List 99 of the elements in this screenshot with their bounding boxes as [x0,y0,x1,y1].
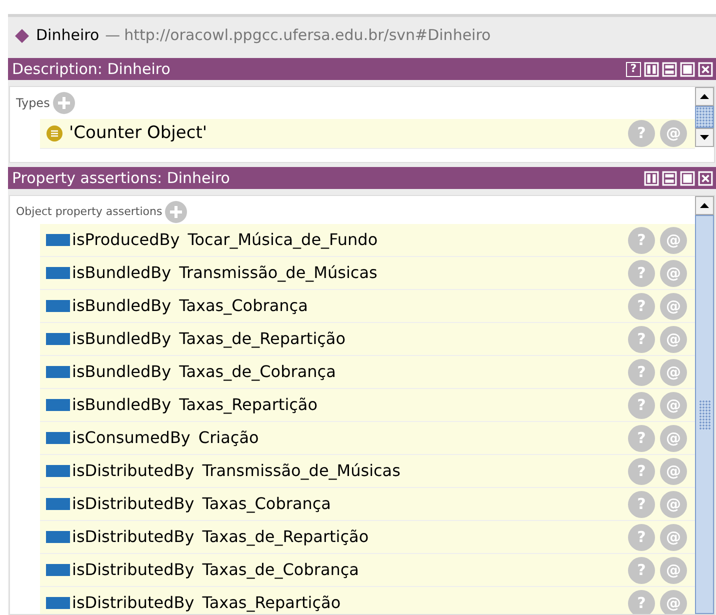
property-name: isDistributedBy [72,526,194,548]
annotate-button[interactable]: @ [660,292,687,320]
property-name: isBundledBy [72,328,172,350]
annotate-button[interactable]: @ [660,556,687,584]
annotate-button[interactable]: @ [660,490,687,518]
help-button[interactable]: ? [628,524,655,550]
help-button[interactable]: ? [628,590,655,614]
panel-title: Description: Dinheiro [12,58,172,80]
scroll-up-icon[interactable] [695,87,714,106]
object-property-icon [46,564,70,576]
object-property-icon [46,333,70,345]
property-name: isBundledBy [72,262,172,284]
assertion-row[interactable]: isBundledBy Taxas_de_Cobrança ? @ [40,356,695,389]
annotate-button[interactable]: @ [660,226,687,254]
scroll-thumb[interactable] [695,106,714,128]
object-property-icon [46,234,70,246]
property-value: Taxas_Repartição [202,592,342,614]
property-name: isBundledBy [72,361,172,383]
assertion-row[interactable]: isBundledBy Transmissão_de_Músicas ? @ [40,257,695,290]
property-name: isDistributedBy [72,460,194,482]
help-button[interactable]: ? [628,556,655,584]
close-icon[interactable] [698,170,713,186]
object-property-icon [46,432,70,444]
class-icon [46,125,63,142]
help-button[interactable]: ? [628,292,655,320]
split-rows-icon[interactable] [662,170,677,186]
property-value: Transmissão_de_Músicas [202,460,402,482]
help-button[interactable]: ? [628,458,655,484]
annotate-button[interactable]: @ [660,524,687,550]
annotate-button[interactable]: @ [660,392,687,418]
property-value: Criação [198,427,260,449]
help-button[interactable]: ? [628,260,655,286]
scroll-up-icon[interactable] [695,196,714,215]
section-label: Types [16,95,50,112]
property-value: Taxas_Repartição [179,394,319,416]
property-name: isProducedBy [72,229,180,251]
object-property-icon [46,366,70,378]
object-property-icon [46,498,70,510]
property-name: isDistributedBy [72,559,194,581]
property-name: isDistributedBy [72,493,194,515]
annotate-button[interactable]: @ [660,358,687,386]
separator: — [105,25,120,46]
split-columns-icon[interactable] [644,170,659,186]
help-button[interactable]: ? [628,490,655,518]
property-name: isBundledBy [72,295,172,317]
assertion-row[interactable]: isDistributedBy Taxas_de_Repartição ? @ [40,521,695,554]
individual-icon [14,28,30,44]
assertion-row[interactable]: isDistributedBy Taxas_Repartição ? @ [40,587,695,614]
help-button[interactable]: ? [628,120,655,147]
property-value: Taxas_Cobrança [202,493,332,515]
help-button[interactable]: ? [628,326,655,352]
annotate-button[interactable]: @ [660,260,687,286]
maximize-icon[interactable] [680,62,695,76]
assertion-row[interactable]: isBundledBy Taxas_Cobrança ? @ [40,290,695,323]
help-button[interactable]: ? [628,424,655,452]
entity-name: Dinheiro [36,25,100,46]
scroll-down-icon[interactable] [695,128,714,147]
property-value: Taxas_Cobrança [179,295,309,317]
property-value: Taxas_de_Repartição [202,526,370,548]
object-property-icon [46,465,70,477]
annotate-button[interactable]: @ [660,458,687,484]
close-icon[interactable] [698,62,713,76]
object-property-icon [46,300,70,312]
assertion-row[interactable]: isConsumedBy Criação ? @ [40,422,695,455]
assertion-row[interactable]: isDistributedBy Taxas_Cobrança ? @ [40,488,695,521]
property-value: Transmissão_de_Músicas [179,262,378,284]
property-value: Taxas_de_Cobrança [179,361,337,383]
property-value: Taxas_de_Cobrança [202,559,360,581]
assertion-row[interactable]: isDistributedBy Taxas_de_Cobrança ? @ [40,554,695,587]
assertion-row[interactable]: isProducedBy Tocar_Música_de_Fundo ? @ [40,224,695,257]
object-property-icon [46,267,70,279]
split-columns-icon[interactable] [644,62,659,76]
property-value: Tocar_Música_de_Fundo [188,229,379,251]
property-name: isBundledBy [72,394,172,416]
annotate-button[interactable]: @ [660,326,687,352]
property-name: isConsumedBy [72,427,190,449]
split-rows-icon[interactable] [662,62,677,76]
panel-title: Property assertions: Dinheiro [12,168,231,189]
help-button[interactable]: ? [626,62,641,76]
assertion-row[interactable]: isBundledBy Taxas_Repartição ? @ [40,389,695,422]
property-value: Taxas_de_Repartição [179,328,347,350]
assertion-row[interactable]: 'Counter Object' ? @ [40,119,695,149]
assertion-row[interactable]: isBundledBy Taxas_de_Repartição ? @ [40,323,695,356]
annotate-button[interactable]: @ [660,590,687,614]
property-name: isDistributedBy [72,592,194,614]
class-name: 'Counter Object' [69,122,208,145]
help-button[interactable]: ? [628,392,655,418]
annotate-button[interactable]: @ [660,424,687,452]
help-button[interactable]: ? [628,358,655,386]
entity-iri: http://oracowl.ppgcc.ufersa.edu.br/svn#Dinheiro [124,25,491,46]
object-property-icon [46,597,70,609]
maximize-icon[interactable] [680,170,695,186]
section-label: Object property assertions [16,204,162,220]
annotate-button[interactable]: @ [660,120,687,147]
help-button[interactable]: ? [628,226,655,254]
scroll-thumb[interactable] [695,215,714,614]
object-property-icon [46,531,70,543]
object-property-icon [46,399,70,411]
assertion-row[interactable]: isDistributedBy Transmissão_de_Músicas ? @ [40,455,695,488]
